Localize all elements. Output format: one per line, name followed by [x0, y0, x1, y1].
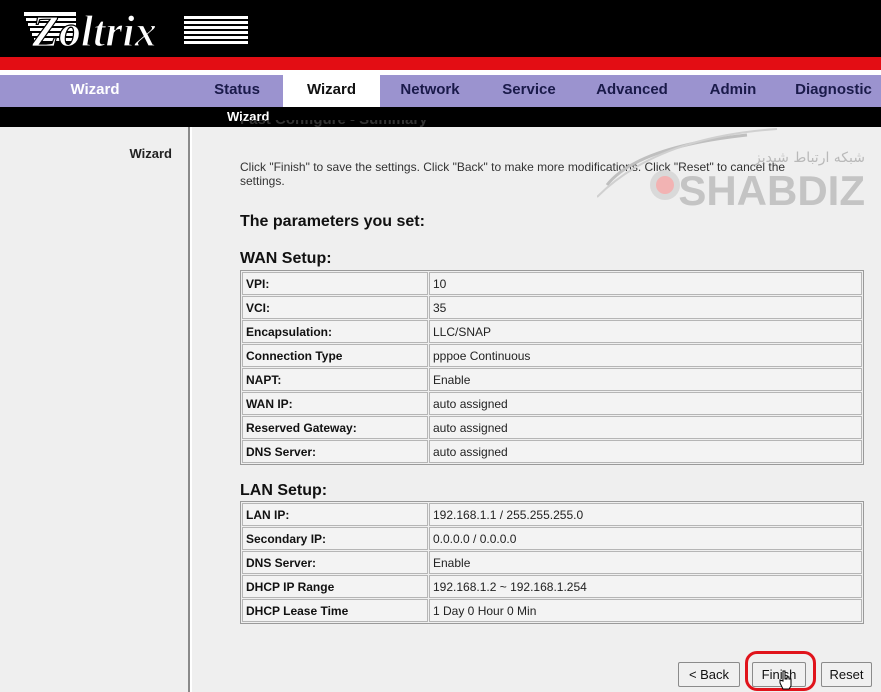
sub-nav-bar: Wizard	[0, 107, 881, 127]
row-key: WAN IP:	[242, 392, 428, 415]
row-value: auto assigned	[429, 416, 862, 439]
zoltrix-logo: Zoltrix	[24, 6, 248, 52]
row-key: Connection Type	[242, 344, 428, 367]
sidebar: Wizard	[0, 127, 190, 692]
tab-diagnostic[interactable]: Diagnostic	[786, 75, 881, 107]
tab-wizard[interactable]: Wizard	[283, 75, 380, 107]
table-row: WAN IP: auto assigned	[242, 392, 862, 415]
instruction-text: Click "Finish" to save the settings. Cli…	[240, 160, 786, 188]
row-value: 192.168.1.1 / 255.255.255.0	[429, 503, 862, 526]
params-heading: The parameters you set:	[240, 213, 425, 230]
svg-text:Zoltrix: Zoltrix	[31, 7, 157, 52]
wan-setup-title: WAN Setup:	[240, 250, 332, 267]
row-key: Encapsulation:	[242, 320, 428, 343]
sidebar-item-wizard[interactable]: Wizard	[130, 146, 173, 161]
row-value: auto assigned	[429, 392, 862, 415]
wan-setup-table: VPI: 10 VCI: 35 Encapsulation: LLC/SNAP Con…	[240, 270, 864, 465]
table-row: VCI: 35	[242, 296, 862, 319]
table-row: DHCP Lease Time 1 Day 0 Hour 0 Min	[242, 599, 862, 622]
row-key: NAPT:	[242, 368, 428, 391]
table-row: Secondary IP: 0.0.0.0 / 0.0.0.0	[242, 527, 862, 550]
table-row: DNS Server: Enable	[242, 551, 862, 574]
row-value: pppoe Continuous	[429, 344, 862, 367]
nav-section-label: Wizard	[70, 81, 120, 98]
table-row: NAPT: Enable	[242, 368, 862, 391]
red-accent-bar	[0, 57, 881, 70]
lan-setup-table: LAN IP: 192.168.1.1 / 255.255.255.0 Secon…	[240, 501, 864, 624]
row-value: 1 Day 0 Hour 0 Min	[429, 599, 862, 622]
page-title: Fast Configure - Summary	[240, 120, 428, 130]
row-value: 192.168.1.2 ~ 192.168.1.254	[429, 575, 862, 598]
row-value: 0.0.0.0 / 0.0.0.0	[429, 527, 862, 550]
row-key: DHCP IP Range	[242, 575, 428, 598]
row-key: LAN IP:	[242, 503, 428, 526]
row-value: LLC/SNAP	[429, 320, 862, 343]
row-value: Enable	[429, 368, 862, 391]
table-row: Connection Type pppoe Continuous	[242, 344, 862, 367]
table-row: LAN IP: 192.168.1.1 / 255.255.255.0	[242, 503, 862, 526]
main-content: Fast Configure - Summary Click "Finish" …	[192, 120, 881, 692]
row-key: Reserved Gateway:	[242, 416, 428, 439]
row-value: Enable	[429, 551, 862, 574]
row-key: Secondary IP:	[242, 527, 428, 550]
row-key: DHCP Lease Time	[242, 599, 428, 622]
tab-status[interactable]: Status	[197, 75, 277, 107]
hand-cursor-icon	[779, 670, 792, 690]
row-value: 35	[429, 296, 862, 319]
tab-advanced[interactable]: Advanced	[582, 75, 682, 107]
tab-admin[interactable]: Admin	[694, 75, 772, 107]
reset-button[interactable]: Reset	[821, 662, 872, 687]
lan-setup-title: LAN Setup:	[240, 482, 328, 499]
back-button[interactable]: < Back	[678, 662, 740, 687]
table-row: DNS Server: auto assigned	[242, 440, 862, 463]
table-row: Encapsulation: LLC/SNAP	[242, 320, 862, 343]
tab-network[interactable]: Network	[384, 75, 476, 107]
row-value: auto assigned	[429, 440, 862, 463]
row-key: VPI:	[242, 272, 428, 295]
tab-service[interactable]: Service	[487, 75, 571, 107]
table-row: DHCP IP Range 192.168.1.2 ~ 192.168.1.254	[242, 575, 862, 598]
row-key: VCI:	[242, 296, 428, 319]
main-nav: Wizard Status Wizard Network Service Adv…	[0, 75, 881, 107]
row-key: DNS Server:	[242, 551, 428, 574]
table-row: VPI: 10	[242, 272, 862, 295]
row-value: 10	[429, 272, 862, 295]
header-bar: Zoltrix	[0, 0, 881, 57]
row-key: DNS Server:	[242, 440, 428, 463]
table-row: Reserved Gateway: auto assigned	[242, 416, 862, 439]
